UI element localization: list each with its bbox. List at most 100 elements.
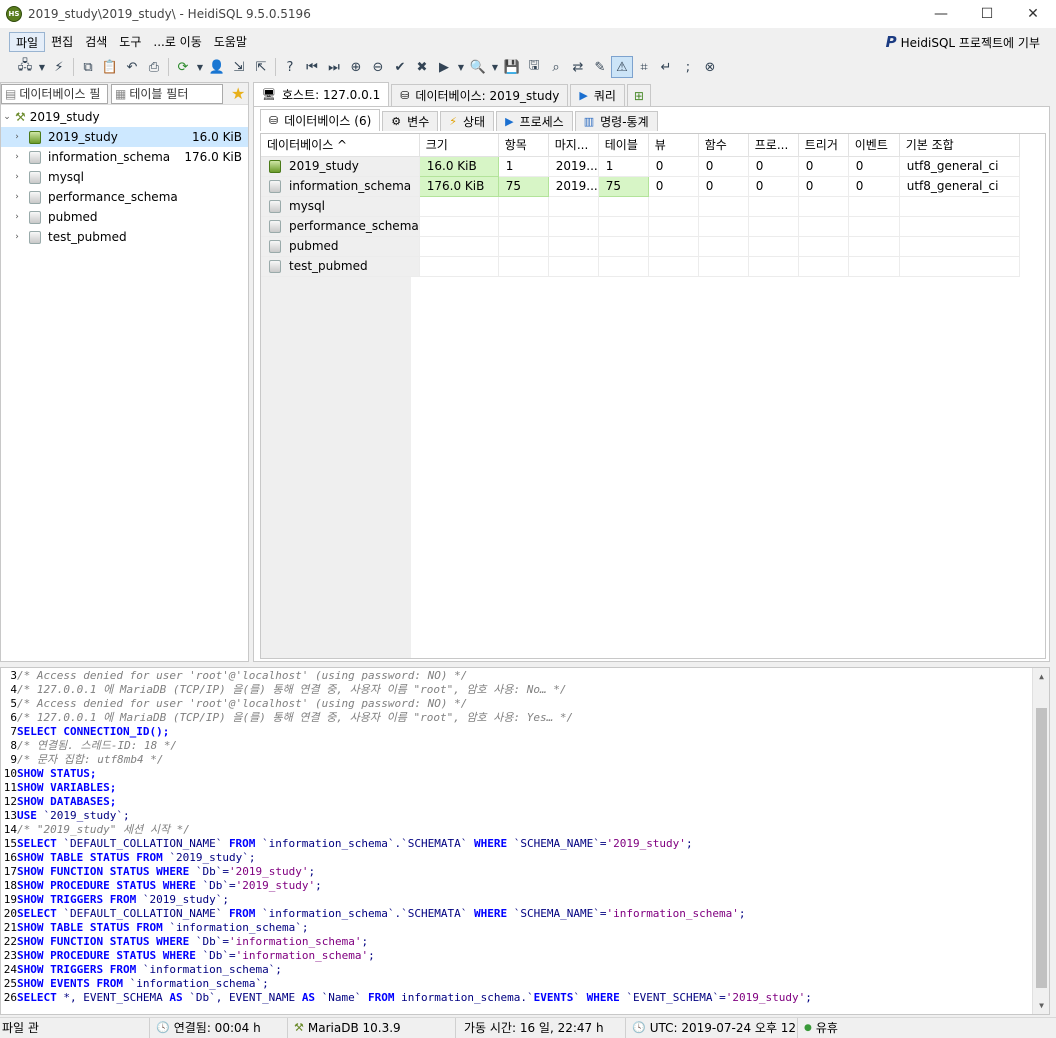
table-cell[interactable] — [798, 216, 849, 237]
maximize-button[interactable]: ☐ — [964, 0, 1010, 28]
menu-tools[interactable]: 도구 — [113, 32, 147, 52]
expand-icon[interactable]: › — [11, 212, 23, 222]
table-cell[interactable]: 2019... — [548, 156, 599, 177]
table-cell[interactable] — [899, 196, 1020, 217]
export-icon[interactable]: ⇲ — [228, 56, 250, 78]
session-manager-icon[interactable]: 🖧 — [14, 56, 36, 78]
table-cell[interactable]: utf8_general_ci — [899, 156, 1020, 177]
table-cell[interactable]: 0 — [848, 156, 900, 177]
tab-host[interactable]: 🖥 호스트: 127.0.0.1 — [253, 82, 390, 106]
col-header-functions[interactable]: 함수 — [698, 134, 749, 157]
database-filter-input[interactable]: ▤ 데이터베이스 필 — [1, 83, 108, 104]
table-cell[interactable] — [899, 236, 1020, 257]
sql-log-panel[interactable]: 3/* Access denied for user 'root'@'local… — [0, 667, 1050, 1015]
cell-database-name[interactable]: pubmed — [261, 236, 420, 257]
tree-item-mysql[interactable]: › mysql — [1, 167, 248, 187]
menu-goto[interactable]: ...로 이동 — [147, 32, 207, 52]
first-record-icon[interactable]: ⏮ — [301, 56, 323, 78]
collapse-icon[interactable]: ⌄ — [1, 112, 13, 122]
scroll-thumb[interactable] — [1036, 708, 1047, 988]
last-record-icon[interactable]: ⏭ — [323, 56, 345, 78]
menu-file[interactable]: 파일 — [9, 32, 46, 52]
col-header-triggers[interactable]: 트리거 — [798, 134, 849, 157]
col-header-events[interactable]: 이벤트 — [848, 134, 900, 157]
table-row[interactable]: test_pubmed — [261, 256, 1020, 277]
cell-database-name[interactable]: test_pubmed — [261, 256, 420, 277]
table-cell[interactable] — [648, 196, 699, 217]
disconnect-icon[interactable]: ⚡ — [48, 56, 70, 78]
table-cell[interactable] — [748, 256, 799, 277]
col-header-views[interactable]: 뷰 — [648, 134, 699, 157]
execute-dropdown-icon[interactable]: ▼ — [455, 56, 467, 78]
table-cell[interactable] — [419, 256, 499, 277]
table-cell[interactable] — [548, 216, 599, 237]
menu-help[interactable]: 도움말 — [208, 32, 253, 52]
table-cell[interactable] — [419, 236, 499, 257]
table-filter-input[interactable]: ▦ 테이블 필터 — [111, 83, 223, 104]
table-cell[interactable] — [548, 256, 599, 277]
tab-variables[interactable]: ⚙ 변수 — [382, 111, 439, 131]
expand-icon[interactable]: › — [11, 232, 23, 242]
table-cell[interactable]: 0 — [798, 156, 849, 177]
semicolon-icon[interactable]: ; — [677, 56, 699, 78]
table-cell[interactable]: 0 — [798, 176, 849, 197]
table-cell[interactable] — [498, 196, 549, 217]
cell-database-name[interactable]: information_schema — [261, 176, 420, 197]
edit-icon[interactable]: ✎ — [589, 56, 611, 78]
log-vertical-scrollbar[interactable]: ▲ ▼ — [1032, 668, 1049, 1014]
table-cell[interactable] — [498, 256, 549, 277]
expand-icon[interactable]: › — [11, 132, 23, 142]
table-row[interactable]: mysql — [261, 196, 1020, 217]
execute-query-icon[interactable]: ▶ — [433, 56, 455, 78]
print-icon[interactable]: ⎙ — [143, 56, 165, 78]
copy-icon[interactable]: ⧉ — [77, 56, 99, 78]
table-cell[interactable]: 75 — [598, 176, 649, 197]
table-cell[interactable] — [748, 216, 799, 237]
tab-status[interactable]: ⚡ 상태 — [440, 111, 495, 131]
save-as-icon[interactable]: 🖫 — [523, 56, 545, 78]
table-cell[interactable]: 1 — [598, 156, 649, 177]
table-cell[interactable] — [848, 236, 900, 257]
replace-icon[interactable]: ⇄ — [567, 56, 589, 78]
table-cell[interactable]: 16.0 KiB — [419, 156, 499, 177]
table-cell[interactable]: 0 — [848, 176, 900, 197]
table-cell[interactable] — [648, 236, 699, 257]
refresh-icon[interactable]: ⟳ — [172, 56, 194, 78]
expand-icon[interactable]: › — [11, 192, 23, 202]
scroll-down-icon[interactable]: ▼ — [1033, 997, 1049, 1014]
donate-link[interactable]: P HeidiSQL 프로젝트에 기부 — [886, 30, 1040, 54]
table-cell[interactable]: 0 — [698, 156, 749, 177]
hex-icon[interactable]: ⌗ — [633, 56, 655, 78]
expand-icon[interactable]: › — [11, 152, 23, 162]
explain-dropdown-icon[interactable]: ▼ — [489, 56, 501, 78]
table-cell[interactable] — [419, 196, 499, 217]
table-cell[interactable] — [698, 216, 749, 237]
tree-item-performance-schema[interactable]: › performance_schema — [1, 187, 248, 207]
table-cell[interactable]: 176.0 KiB — [419, 176, 499, 197]
table-cell[interactable]: 2019... — [548, 176, 599, 197]
col-header-items[interactable]: 항목 — [498, 134, 549, 157]
cell-database-name[interactable]: mysql — [261, 196, 420, 217]
table-cell[interactable] — [748, 236, 799, 257]
favorite-star-icon[interactable]: ★ — [231, 84, 245, 103]
minimize-button[interactable]: — — [918, 0, 964, 28]
table-cell[interactable]: 0 — [748, 176, 799, 197]
col-header-tables[interactable]: 테이블 — [598, 134, 649, 157]
table-cell[interactable] — [848, 196, 900, 217]
table-cell[interactable]: 0 — [648, 156, 699, 177]
table-cell[interactable]: utf8_general_ci — [899, 176, 1020, 197]
table-cell[interactable]: 75 — [498, 176, 549, 197]
table-cell[interactable] — [899, 216, 1020, 237]
paste-icon[interactable]: 📋 — [99, 56, 121, 78]
table-cell[interactable] — [798, 256, 849, 277]
refresh-dropdown-icon[interactable]: ▼ — [194, 56, 206, 78]
insert-record-icon[interactable]: ⊕ — [345, 56, 367, 78]
undo-icon[interactable]: ↶ — [121, 56, 143, 78]
save-icon[interactable]: 💾 — [501, 56, 523, 78]
table-cell[interactable] — [498, 216, 549, 237]
table-cell[interactable] — [748, 196, 799, 217]
table-cell[interactable] — [798, 196, 849, 217]
tree-item-pubmed[interactable]: › pubmed — [1, 207, 248, 227]
tree-item-information-schema[interactable]: › information_schema 176.0 KiB — [1, 147, 248, 167]
table-cell[interactable] — [498, 236, 549, 257]
